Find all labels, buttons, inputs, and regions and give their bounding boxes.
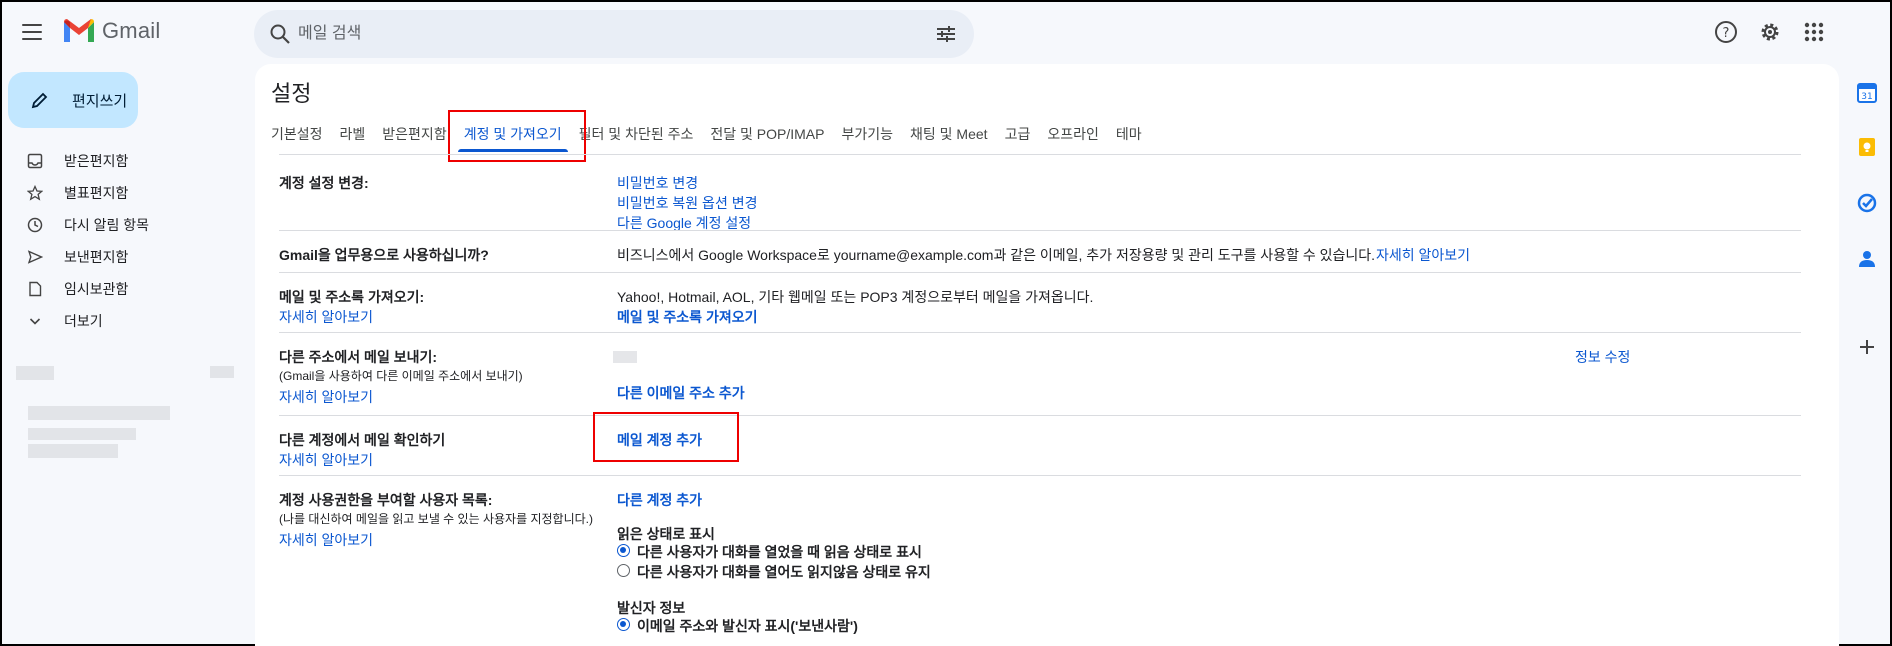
app-name: Gmail [102, 18, 161, 43]
tab-chat-meet[interactable]: 채팅 및 Meet [910, 114, 988, 154]
sidebar-item-sent[interactable]: 보낸편지함 [2, 241, 252, 273]
read-option-mark-read-radio[interactable] [617, 544, 630, 557]
sender-info-heading: 발신자 정보 [617, 600, 686, 616]
tab-labels[interactable]: 라벨 [340, 114, 366, 154]
search-input[interactable] [298, 18, 898, 50]
read-option-label: 다른 사용자가 대화를 열어도 읽지않음 상태로 유지 [637, 564, 931, 580]
edit-info-link[interactable]: 정보 수정 [1575, 347, 1630, 367]
top-bar: Gmail ? [2, 2, 1890, 62]
chevron-down-icon [26, 312, 44, 330]
add-another-account-link[interactable]: 다른 계정 추가 [617, 490, 702, 510]
calendar-icon[interactable]: 31 [1856, 82, 1878, 104]
google-apps-icon[interactable] [1800, 18, 1828, 46]
keep-icon[interactable] [1856, 136, 1878, 158]
change-password-link[interactable]: 비밀번호 변경 [617, 173, 698, 193]
sidebar-item-label: 받은편지함 [64, 153, 129, 169]
change-recovery-link[interactable]: 비밀번호 복원 옵션 변경 [617, 193, 757, 213]
sidebar-item-more[interactable]: 더보기 [2, 305, 252, 337]
clock-icon [26, 216, 44, 234]
send-as-learn-more-link[interactable]: 자세히 알아보기 [279, 387, 373, 407]
business-description: 비즈니스에서 Google Workspace로 yourname@exampl… [617, 247, 1376, 263]
tasks-icon[interactable] [1856, 192, 1878, 214]
star-icon [26, 184, 44, 202]
section-label: 계정 설정 변경: [279, 175, 369, 191]
section-send-as: 다른 주소에서 메일 보내기: (Gmail을 사용하여 다른 이메일 주소에서… [279, 332, 1801, 415]
help-icon[interactable]: ? [1712, 18, 1740, 46]
section-check-mail: 다른 계정에서 메일 확인하기 자세히 알아보기 메일 계정 추가 [279, 415, 1801, 475]
sidebar-item-label: 보낸편지함 [64, 249, 129, 265]
tab-offline[interactable]: 오프라인 [1047, 114, 1099, 154]
sidebar-item-label: 임시보관함 [64, 281, 129, 297]
redacted-label [28, 406, 170, 420]
redacted-address [613, 351, 637, 363]
add-addon-icon[interactable] [1856, 336, 1878, 358]
page-title: 설정 [271, 81, 312, 106]
add-mail-account-link[interactable]: 메일 계정 추가 [617, 430, 702, 450]
tab-accounts-and-import[interactable]: 계정 및 가져오기 [457, 114, 568, 154]
tab-themes[interactable]: 테마 [1116, 114, 1142, 154]
redacted-label [28, 444, 118, 458]
tab-addons[interactable]: 부가기능 [841, 114, 893, 154]
section-label: 다른 주소에서 메일 보내기: [279, 349, 438, 365]
import-mail-contacts-link[interactable]: 메일 및 주소록 가져오기 [617, 307, 757, 327]
send-icon [26, 248, 44, 266]
check-mail-learn-more-link[interactable]: 자세히 알아보기 [279, 450, 373, 470]
main-menu-icon[interactable] [20, 20, 44, 44]
business-learn-more-link[interactable]: 자세히 알아보기 [1376, 245, 1470, 265]
pencil-icon [31, 92, 48, 109]
settings-panel: 설정 기본설정 라벨 받은편지함 계정 및 가져오기 필터 및 차단된 주소 전… [255, 64, 1839, 646]
read-option-keep-unread-radio[interactable] [617, 564, 630, 577]
gmail-logo[interactable]: Gmail [62, 18, 160, 44]
section-delegate: 계정 사용권한을 부여할 사용자 목록: (나를 대신하여 메일을 읽고 보낼 … [279, 475, 1801, 646]
import-learn-more-link[interactable]: 자세히 알아보기 [279, 307, 373, 327]
section-sublabel: (나를 대신하여 메일을 읽고 보낼 수 있는 사용자를 지정합니다.) [279, 512, 594, 526]
sidebar-item-snoozed[interactable]: 다시 알림 항목 [2, 209, 252, 241]
tab-advanced[interactable]: 고급 [1005, 114, 1031, 154]
redacted-label [28, 428, 136, 440]
settings-tabs: 기본설정 라벨 받은편지함 계정 및 가져오기 필터 및 차단된 주소 전달 및… [271, 114, 1159, 154]
redacted-label [16, 366, 54, 380]
svg-text:?: ? [1723, 26, 1730, 41]
section-sublabel: (Gmail을 사용하여 다른 이메일 주소에서 보내기) [279, 369, 523, 383]
redacted-label [210, 366, 234, 378]
section-label: 메일 및 주소록 가져오기: [279, 289, 425, 305]
sidebar-item-inbox[interactable]: 받은편지함 [2, 145, 252, 177]
sender-option-radio[interactable] [617, 618, 630, 631]
compose-label: 편지쓰기 [72, 92, 128, 110]
sender-option-label: 이메일 주소와 발신자 표시('보낸사람') [637, 618, 858, 634]
search-bar[interactable] [254, 10, 974, 58]
tab-general[interactable]: 기본설정 [271, 114, 323, 154]
contacts-icon[interactable] [1856, 248, 1878, 270]
search-icon[interactable] [268, 22, 292, 46]
compose-button[interactable]: 편지쓰기 [8, 72, 138, 128]
tab-forwarding[interactable]: 전달 및 POP/IMAP [710, 114, 824, 154]
search-options-icon[interactable] [934, 22, 958, 46]
read-status-heading: 읽은 상태로 표시 [617, 526, 715, 542]
sidebar-item-starred[interactable]: 별표편지함 [2, 177, 252, 209]
settings-gear-icon[interactable] [1756, 18, 1784, 46]
delegate-learn-more-link[interactable]: 자세히 알아보기 [279, 530, 373, 550]
read-option-label: 다른 사용자가 대화를 열었을 때 읽음 상태로 표시 [637, 544, 922, 560]
svg-text:31: 31 [1861, 92, 1872, 102]
gmail-m-icon [64, 19, 94, 42]
draft-icon [26, 280, 44, 298]
section-label: 다른 계정에서 메일 확인하기 [279, 432, 446, 448]
section-import: 메일 및 주소록 가져오기: 자세히 알아보기 Yahoo!, Hotmail,… [279, 272, 1801, 332]
tab-inbox[interactable]: 받은편지함 [382, 114, 446, 154]
inbox-icon [26, 152, 44, 170]
add-another-email-link[interactable]: 다른 이메일 주소 추가 [617, 383, 745, 403]
side-panel: 31 [1842, 62, 1890, 646]
section-label: Gmail을 업무용으로 사용하십니까? [279, 247, 489, 263]
sidebar-item-label: 다시 알림 항목 [64, 217, 150, 233]
section-business: Gmail을 업무용으로 사용하십니까? 비즈니스에서 Google Works… [279, 230, 1801, 272]
import-description: Yahoo!, Hotmail, AOL, 기타 웹메일 또는 POP3 계정으… [617, 289, 1094, 305]
sidebar-nav: 받은편지함 별표편지함 다시 알림 항목 보낸편지함 임시보관함 더보기 [2, 145, 252, 337]
sidebar-item-label: 별표편지함 [64, 185, 129, 201]
sidebar-item-label: 더보기 [64, 313, 103, 329]
tab-filters[interactable]: 필터 및 차단된 주소 [579, 114, 694, 154]
sidebar-item-drafts[interactable]: 임시보관함 [2, 273, 252, 305]
section-label: 계정 사용권한을 부여할 사용자 목록: [279, 492, 493, 508]
